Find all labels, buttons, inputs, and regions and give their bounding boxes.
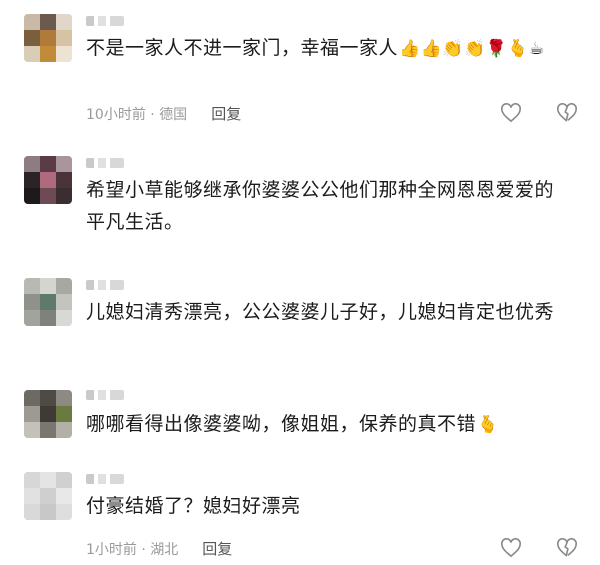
comment-body: 儿媳妇清秀漂亮，公公婆婆儿子好，儿媳妇肯定也优秀 [86, 301, 555, 323]
emoji-group: 🫰 [477, 415, 499, 435]
meta-time-location: 10小时前 · 德国 [86, 104, 187, 124]
comment-item: 儿媳妇清秀漂亮，公公婆婆儿子好，儿媳妇肯定也优秀 [0, 262, 600, 372]
heart-icon[interactable] [500, 538, 522, 558]
meta-separator: · [136, 541, 151, 558]
broken-heart-icon[interactable] [556, 538, 578, 558]
reply-button[interactable]: 回复 [202, 538, 232, 559]
comment-location: 德国 [159, 106, 188, 123]
avatar[interactable] [24, 14, 72, 62]
broken-heart-icon[interactable] [556, 103, 578, 123]
comment-location: 湖北 [150, 541, 179, 558]
meta-separator: · [145, 106, 160, 123]
reply-button[interactable]: 回复 [211, 103, 241, 124]
username-blurred[interactable] [86, 158, 124, 168]
comment-text: 儿媳妇清秀漂亮，公公婆婆儿子好，儿媳妇肯定也优秀 [86, 296, 576, 328]
comment-body: 付豪结婚了？媳妇好漂亮 [86, 495, 301, 517]
comment-item: 希望小草能够继承你婆婆公公他们那种全网恩恩爱爱的 平凡生活。 [0, 140, 600, 260]
comment-text: 哪哪看得出像婆婆呦，像姐姐，保养的真不错🫰 [86, 408, 576, 441]
comment-text: 不是一家人不进一家门，幸福一家人👍👍👏👏🌹🫰☕ [86, 32, 576, 65]
comment-text: 付豪结婚了？媳妇好漂亮 [86, 490, 576, 522]
comment-meta: 1小时前 · 湖北 回复 [86, 538, 232, 559]
username-blurred[interactable] [86, 390, 124, 400]
comment-meta: 10小时前 · 德国 回复 [86, 103, 241, 124]
emoji-group: 👍👍👏👏🌹🫰☕ [399, 39, 545, 59]
username-blurred[interactable] [86, 474, 124, 484]
comment-body: 希望小草能够继承你婆婆公公他们那种全网恩恩爱爱的 平凡生活。 [86, 179, 555, 233]
meta-time-location: 1小时前 · 湖北 [86, 539, 178, 559]
heart-icon[interactable] [500, 103, 522, 123]
avatar[interactable] [24, 156, 72, 204]
comment-body: 哪哪看得出像婆婆呦，像姐姐，保养的真不错 [86, 413, 477, 435]
username-blurred[interactable] [86, 16, 124, 26]
comment-body: 不是一家人不进一家门，幸福一家人 [86, 37, 399, 59]
comment-item: 付豪结婚了？媳妇好漂亮 1小时前 · 湖北 回复 [0, 460, 600, 565]
avatar[interactable] [24, 472, 72, 520]
comment-item: 不是一家人不进一家门，幸福一家人👍👍👏👏🌹🫰☕ 10小时前 · 德国 回复 [0, 0, 600, 140]
comment-time: 10小时前 [86, 106, 146, 123]
comment-text: 希望小草能够继承你婆婆公公他们那种全网恩恩爱爱的 平凡生活。 [86, 174, 576, 238]
comment-item: 哪哪看得出像婆婆呦，像姐姐，保养的真不错🫰 [0, 380, 600, 460]
avatar[interactable] [24, 390, 72, 438]
comment-time: 1小时前 [86, 541, 137, 558]
username-blurred[interactable] [86, 280, 124, 290]
avatar[interactable] [24, 278, 72, 326]
